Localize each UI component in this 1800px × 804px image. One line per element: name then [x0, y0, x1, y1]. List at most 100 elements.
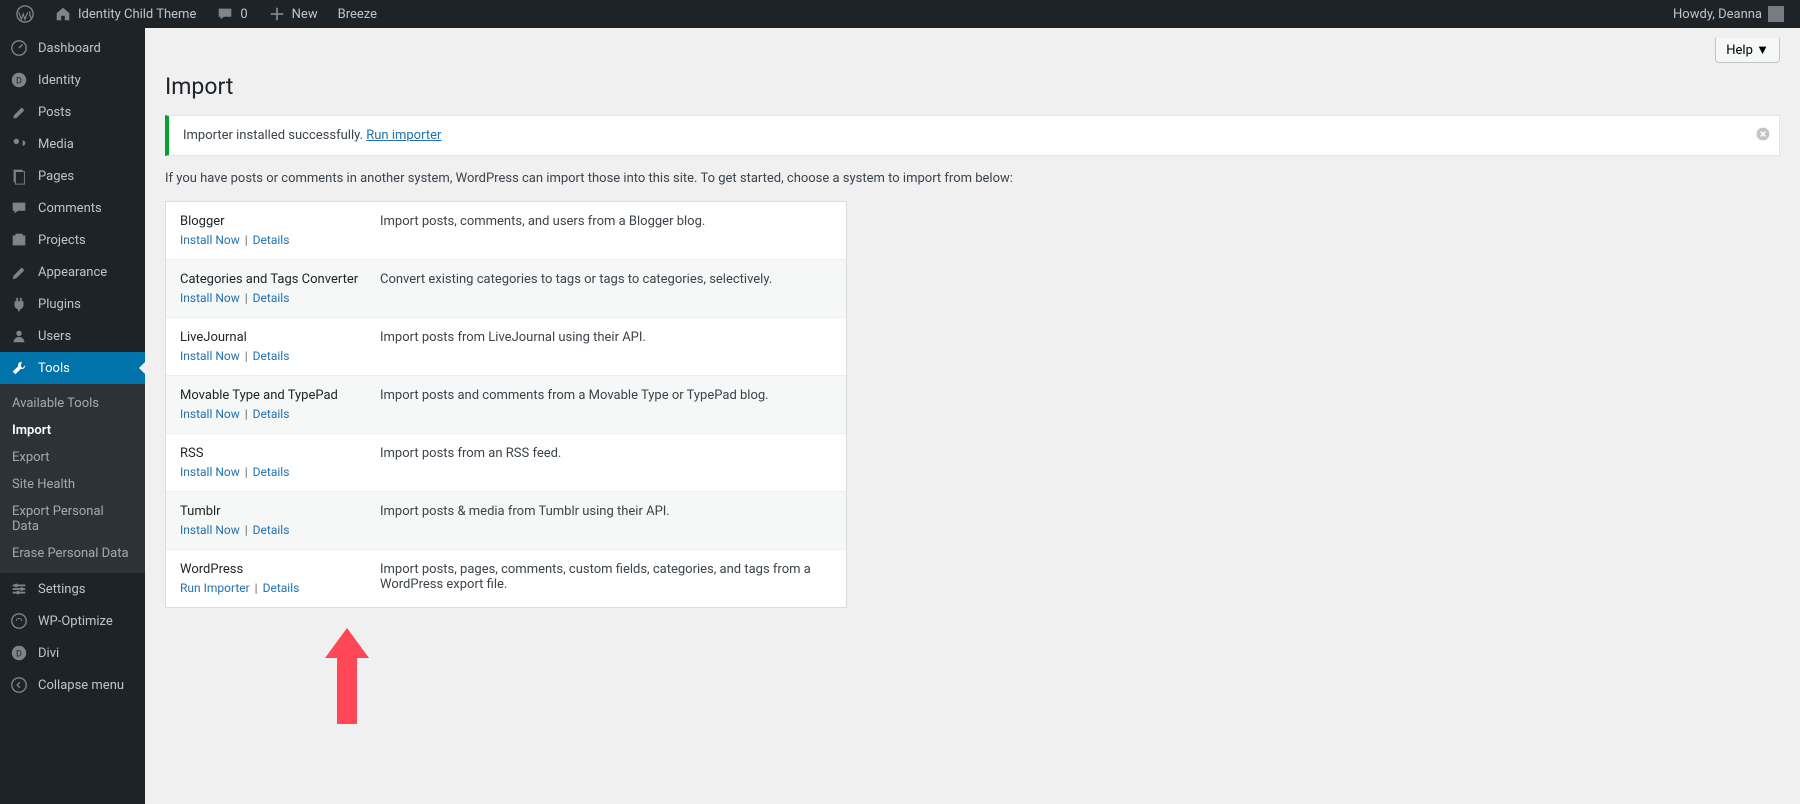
importer-action-details[interactable]: Details [253, 233, 290, 247]
site-link[interactable]: Identity Child Theme [46, 0, 204, 28]
importer-action-install-now[interactable]: Install Now [180, 465, 240, 479]
menu-label: Appearance [38, 265, 107, 280]
users-icon [10, 327, 28, 345]
menu-item-projects[interactable]: Projects [0, 224, 145, 256]
menu-label: Divi [38, 646, 59, 661]
howdy-text: Howdy, Deanna [1673, 7, 1762, 22]
menu-item-comments[interactable]: Comments [0, 192, 145, 224]
menu-item-users[interactable]: Users [0, 320, 145, 352]
submenu-item-site-health[interactable]: Site Health [0, 471, 145, 498]
dashboard-icon [10, 39, 28, 57]
importer-name: Movable Type and TypePad [180, 388, 380, 403]
menu-item-posts[interactable]: Posts [0, 96, 145, 128]
comments-link[interactable]: 0 [208, 0, 255, 28]
new-label: New [292, 7, 318, 22]
importer-action-details[interactable]: Details [253, 523, 290, 537]
settings-icon [10, 580, 28, 598]
importer-description: Import posts & media from Tumblr using t… [380, 504, 832, 537]
importer-actions: Install Now | Details [180, 233, 380, 247]
importer-action-details[interactable]: Details [263, 581, 300, 595]
wordpress-icon [16, 5, 34, 23]
menu-label: Projects [38, 233, 86, 248]
menu-label: Dashboard [38, 41, 101, 56]
menu-item-dashboard[interactable]: Dashboard [0, 32, 145, 64]
menu-label: Media [38, 137, 74, 152]
menu-item-appearance[interactable]: Appearance [0, 256, 145, 288]
menu-label: Comments [38, 201, 102, 216]
dismiss-notice-button[interactable] [1755, 126, 1771, 146]
menu-item-settings[interactable]: Settings [0, 573, 145, 605]
importer-action-install-now[interactable]: Install Now [180, 523, 240, 537]
importer-action-install-now[interactable]: Install Now [180, 291, 240, 305]
new-content-link[interactable]: New [260, 0, 326, 28]
menu-item-tools[interactable]: Tools [0, 352, 145, 384]
success-notice: Importer installed successfully. Run imp… [165, 115, 1780, 156]
importers-table: BloggerInstall Now | DetailsImport posts… [165, 201, 847, 608]
importer-action-details[interactable]: Details [253, 465, 290, 479]
importer-action-install-now[interactable]: Install Now [180, 233, 240, 247]
run-importer-link[interactable]: Run importer [366, 128, 441, 143]
importer-action-install-now[interactable]: Install Now [180, 349, 240, 363]
admin-sidebar: DashboardDIdentityPostsMediaPagesComment… [0, 28, 145, 804]
menu-item-wp-optimize[interactable]: WP-Optimize [0, 605, 145, 637]
menu-label: Users [38, 329, 71, 344]
importer-row: Blogger Install Now | DetailsImport posts… [166, 202, 846, 259]
importer-name: Tumblr [180, 504, 380, 519]
importer-action-run-importer[interactable]: Run Importer [180, 581, 250, 595]
menu-item-divi[interactable]: D Divi [0, 637, 145, 669]
menu-label: Tools [38, 361, 70, 376]
menu-label: Plugins [38, 297, 81, 312]
importer-name: LiveJournal [180, 330, 380, 345]
importer-row: Movable Type and TypePadInstall Now | De… [166, 375, 846, 433]
separator: | [240, 465, 253, 479]
wpo-icon [10, 612, 28, 630]
submenu-item-export[interactable]: Export [0, 444, 145, 471]
main-content: Help ▼ Import Importer installed success… [145, 28, 1800, 804]
menu-label: Identity [38, 73, 81, 88]
importer-description: Import posts, comments, and users from a… [380, 214, 832, 247]
importer-action-install-now[interactable]: Install Now [180, 407, 240, 421]
comments-count: 0 [240, 7, 247, 22]
importer-actions: Install Now | Details [180, 349, 380, 363]
importer-actions: Install Now | Details [180, 523, 380, 537]
tools-submenu: Available ToolsImportExportSite HealthEx… [0, 384, 145, 573]
importer-action-details[interactable]: Details [253, 407, 290, 421]
account-link[interactable]: Howdy, Deanna [1665, 0, 1792, 28]
tools-icon [10, 359, 28, 377]
importer-action-details[interactable]: Details [253, 349, 290, 363]
intro-text: If you have posts or comments in another… [165, 171, 1780, 186]
menu-label: WP-Optimize [38, 614, 113, 629]
media-icon [10, 135, 28, 153]
separator: | [250, 581, 263, 595]
comments-icon [10, 199, 28, 217]
importer-name: Blogger [180, 214, 380, 229]
notice-text: Importer installed successfully. [183, 128, 366, 143]
separator: | [240, 291, 253, 305]
importer-actions: Install Now | Details [180, 291, 380, 305]
menu-item-collapse-menu[interactable]: Collapse menu [0, 669, 145, 701]
submenu-item-import[interactable]: Import [0, 417, 145, 444]
menu-label: Posts [38, 105, 71, 120]
menu-item-media[interactable]: Media [0, 128, 145, 160]
submenu-item-erase-personal-data[interactable]: Erase Personal Data [0, 540, 145, 567]
breeze-link[interactable]: Breeze [330, 0, 385, 28]
importer-name: Categories and Tags Converter [180, 272, 380, 287]
submenu-item-available-tools[interactable]: Available Tools [0, 390, 145, 417]
breeze-label: Breeze [338, 7, 377, 22]
help-button[interactable]: Help ▼ [1715, 38, 1780, 63]
avatar [1768, 6, 1784, 22]
menu-item-identity[interactable]: DIdentity [0, 64, 145, 96]
home-icon [54, 5, 72, 23]
divi-icon: D [10, 644, 28, 662]
importer-action-details[interactable]: Details [253, 291, 290, 305]
wp-logo[interactable] [8, 0, 42, 28]
menu-item-plugins[interactable]: Plugins [0, 288, 145, 320]
importer-actions: Run Importer | Details [180, 581, 380, 595]
importer-row: RSSInstall Now | DetailsImport posts fro… [166, 433, 846, 491]
importer-row: LiveJournalInstall Now | DetailsImport p… [166, 317, 846, 375]
submenu-item-export-personal-data[interactable]: Export Personal Data [0, 498, 145, 540]
menu-item-pages[interactable]: Pages [0, 160, 145, 192]
importer-row: WordPressRun Importer | DetailsImport po… [166, 549, 846, 607]
pages-icon [10, 167, 28, 185]
appearance-icon [10, 263, 28, 281]
